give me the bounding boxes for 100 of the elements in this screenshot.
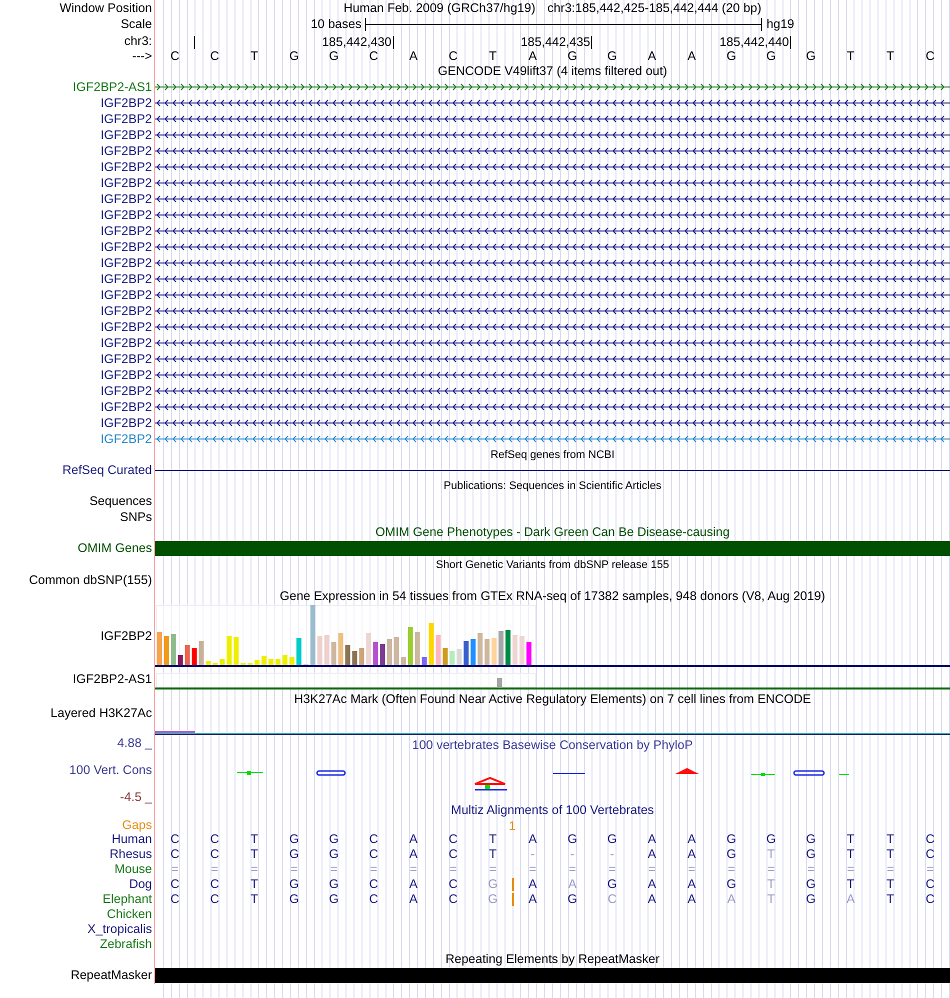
base-letter: A — [687, 893, 696, 906]
gene-label[interactable]: IGF2BP2 — [100, 192, 152, 206]
gene-label[interactable]: IGF2BP2 — [100, 400, 152, 414]
base-letter: G — [488, 878, 498, 891]
gene-label[interactable]: IGF2BP2 — [100, 160, 152, 174]
species-label[interactable]: Chicken — [106, 908, 152, 921]
species-label[interactable]: Zebrafish — [100, 938, 152, 951]
base-letter: C — [369, 878, 378, 891]
base-letter: C — [210, 893, 220, 906]
base-letter: = — [410, 863, 418, 876]
scale-span-label: 10 bases — [310, 18, 362, 31]
track-label[interactable]: RepeatMasker — [70, 969, 152, 982]
base-letter: G — [806, 893, 816, 906]
base-letter: A — [687, 848, 696, 861]
gene-label[interactable]: IGF2BP2 — [100, 320, 152, 334]
track-title: Repeating Elements by RepeatMasker — [444, 953, 660, 966]
base-letter: T — [886, 893, 894, 906]
species-label[interactable]: X_tropicalis — [87, 923, 152, 936]
track-label[interactable]: IGF2BP2 — [100, 630, 152, 643]
row-label[interactable]: Window Position — [60, 2, 152, 14]
gene-label[interactable]: IGF2BP2 — [100, 112, 152, 126]
base-letter: = — [250, 863, 258, 876]
base-letter: C — [448, 893, 458, 906]
base-letter: C — [170, 50, 180, 63]
base-letter: T — [767, 848, 775, 861]
strand-label[interactable]: ---> — [132, 50, 152, 63]
base-letter: A — [528, 893, 537, 906]
axis-min-label: -4.5 _ — [120, 790, 152, 803]
base-letter: G — [289, 848, 299, 861]
base-letter: T — [250, 833, 258, 846]
base-letter: A — [528, 878, 537, 891]
base-letter: = — [688, 863, 696, 876]
base-letter: - — [570, 848, 574, 861]
gene-label[interactable]: IGF2BP2 — [100, 368, 152, 382]
base-letter: = — [807, 863, 815, 876]
row-label[interactable]: Scale — [120, 18, 152, 31]
base-letter: T — [886, 50, 894, 63]
row-label[interactable]: chr3: — [124, 34, 152, 48]
gene-label[interactable]: IGF2BP2 — [100, 224, 152, 238]
gene-label[interactable]: IGF2BP2 — [100, 208, 152, 222]
base-letter: = — [608, 863, 616, 876]
track-label[interactable]: RefSeq Curated — [62, 464, 152, 477]
base-letter: T — [489, 50, 497, 63]
species-label[interactable]: Dog — [129, 878, 152, 891]
base-letter: T — [886, 848, 894, 861]
assembly-label: hg19 — [766, 18, 794, 31]
tick-mark — [591, 36, 592, 49]
track-label[interactable]: Layered H3K27Ac — [50, 707, 152, 720]
track-label[interactable]: SNPs — [120, 510, 152, 524]
tick-mark — [790, 36, 791, 49]
gene-label[interactable]: IGF2BP2 — [100, 144, 152, 158]
species-label[interactable]: Rhesus — [110, 848, 152, 861]
base-letter: T — [846, 50, 854, 63]
base-letter: T — [886, 833, 894, 846]
species-label[interactable]: Mouse — [114, 863, 152, 876]
base-letter: G — [726, 50, 736, 63]
base-letter: = — [489, 863, 497, 876]
gene-label[interactable]: IGF2BP2-AS1 — [72, 80, 152, 94]
base-letter: C — [926, 893, 935, 906]
gene-label[interactable]: IGF2BP2 — [100, 416, 152, 430]
track-title: Gene Expression in 54 tissues from GTEx RNA-seq of 17382 samples, 948 donors (V8, Aug 2019) — [278, 590, 826, 603]
gene-label[interactable]: IGF2BP2 — [100, 336, 152, 350]
base-letter: C — [170, 893, 180, 906]
base-letter: C — [926, 50, 935, 63]
gene-label[interactable]: IGF2BP2 — [100, 352, 152, 366]
species-label[interactable]: Human — [112, 833, 152, 846]
base-letter: G — [568, 50, 578, 63]
track-label[interactable]: Common dbSNP(155) — [29, 574, 152, 587]
gene-label[interactable]: IGF2BP2 — [100, 96, 152, 110]
base-letter: C — [369, 50, 378, 63]
gene-label[interactable]: IGF2BP2 — [100, 128, 152, 142]
track-title: H3K27Ac Mark (Often Found Near Active Regulatory Elements) on 7 cell lines from ENCODE — [293, 692, 812, 706]
base-letter: T — [250, 878, 258, 891]
gene-label[interactable]: IGF2BP2 — [100, 176, 152, 190]
base-letter: C — [369, 833, 378, 846]
track-label[interactable]: 100 Vert. Cons — [69, 764, 152, 776]
track-label[interactable]: IGF2BP2-AS1 — [72, 673, 152, 686]
base-letter: C — [369, 893, 378, 906]
gene-label[interactable]: IGF2BP2 — [100, 432, 152, 446]
gene-label[interactable]: IGF2BP2 — [100, 304, 152, 318]
gene-label[interactable]: IGF2BP2 — [100, 256, 152, 270]
gene-label[interactable]: IGF2BP2 — [100, 288, 152, 302]
base-letter: G — [766, 833, 776, 846]
base-letter: A — [568, 878, 577, 891]
base-letter: = — [449, 863, 457, 876]
base-letter: G — [329, 50, 339, 63]
base-letter: C — [448, 50, 458, 63]
base-letter: A — [648, 848, 656, 861]
track-title: OMIM Gene Phenotypes - Dark Green Can Be Disease-causing — [374, 526, 731, 539]
track-label[interactable]: Sequences — [89, 495, 152, 508]
base-letter: C — [448, 848, 458, 861]
base-letter: T — [846, 878, 854, 891]
base-letter: C — [926, 878, 935, 891]
base-letter: G — [726, 878, 736, 891]
base-letter: G — [289, 50, 299, 63]
gene-label[interactable]: IGF2BP2 — [100, 240, 152, 254]
track-label[interactable]: OMIM Genes — [78, 542, 152, 555]
species-label[interactable]: Elephant — [102, 893, 152, 906]
gene-label[interactable]: IGF2BP2 — [100, 384, 152, 398]
gene-label[interactable]: IGF2BP2 — [100, 272, 152, 286]
